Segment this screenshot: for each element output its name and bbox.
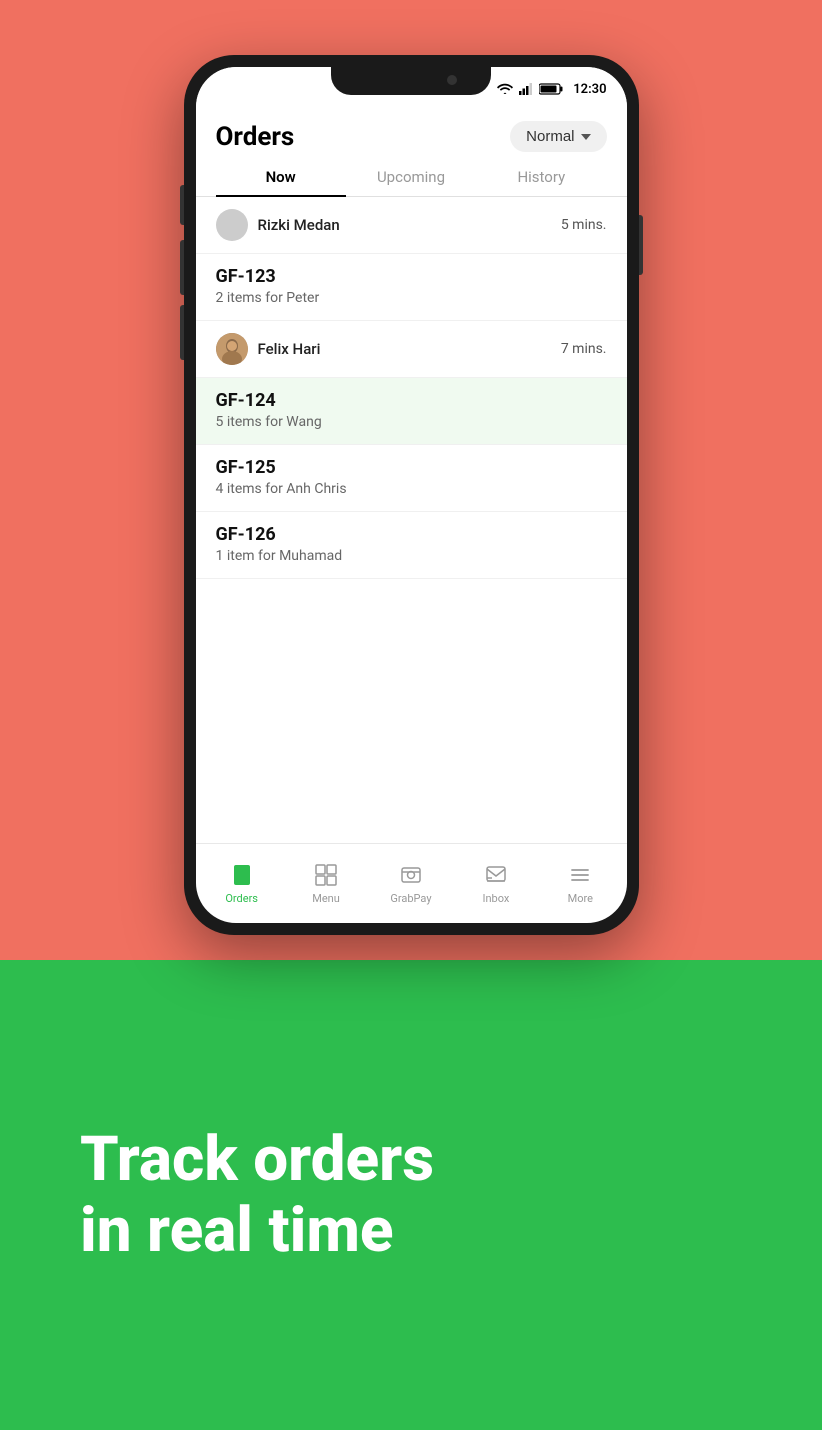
- nav-label-grabpay: GrabPay: [390, 892, 431, 905]
- wifi-icon: [497, 83, 513, 95]
- avatar-placeholder: [216, 209, 248, 241]
- camera: [447, 75, 457, 85]
- order-group-4: GF-126 1 item for Muhamad: [196, 512, 627, 579]
- avatar-felix: [216, 333, 248, 365]
- inbox-icon: [483, 862, 509, 888]
- nav-more[interactable]: More: [550, 856, 610, 911]
- order-id-3: GF-125: [216, 457, 607, 478]
- phone-vol-up: [180, 240, 184, 295]
- order-group-2: Felix Hari 7 mins. GF-124 5 items for Wa…: [196, 321, 627, 445]
- order-id-4: GF-126: [216, 524, 607, 545]
- avatar-image-felix: [216, 333, 248, 365]
- phone-vol-down: [180, 305, 184, 360]
- app-header: Orders Normal: [196, 111, 627, 156]
- filter-label: Normal: [526, 128, 574, 145]
- tagline-line2: in real time: [80, 1195, 742, 1266]
- notch: [331, 67, 491, 95]
- courier-info-2: Felix Hari: [216, 333, 321, 365]
- nav-orders[interactable]: Orders: [212, 856, 272, 911]
- courier-name-2: Felix Hari: [258, 340, 321, 358]
- bottom-nav: Orders Menu: [196, 843, 627, 923]
- orders-list: Rizki Medan 5 mins. GF-123 2 items for P…: [196, 197, 627, 843]
- order-desc-3: 4 items for Anh Chris: [216, 481, 607, 497]
- order-id-1: GF-123: [216, 266, 607, 287]
- orders-icon: [229, 862, 255, 888]
- time-label-2: 7 mins.: [561, 341, 607, 357]
- order-detail-3[interactable]: GF-125 4 items for Anh Chris: [196, 445, 627, 512]
- order-group-1: Rizki Medan 5 mins. GF-123 2 items for P…: [196, 197, 627, 321]
- order-desc-1: 2 items for Peter: [216, 290, 607, 306]
- order-desc-2: 5 items for Wang: [216, 414, 607, 430]
- nav-menu[interactable]: Menu: [296, 856, 356, 911]
- courier-info-1: Rizki Medan: [216, 209, 340, 241]
- phone-power-button: [639, 215, 643, 275]
- time-label-1: 5 mins.: [561, 217, 607, 233]
- order-id-2: GF-124: [216, 390, 607, 411]
- chevron-down-icon: [581, 134, 591, 140]
- nav-label-menu: Menu: [312, 892, 340, 905]
- tagline-line1: Track orders: [80, 1124, 742, 1195]
- courier-name-1: Rizki Medan: [258, 216, 340, 234]
- order-desc-4: 1 item for Muhamad: [216, 548, 607, 564]
- battery-icon: [539, 83, 563, 95]
- order-group-3: GF-125 4 items for Anh Chris: [196, 445, 627, 512]
- order-detail-2[interactable]: GF-124 5 items for Wang: [196, 378, 627, 445]
- tagline-section: Track orders in real time: [0, 960, 822, 1430]
- phone-vol-silent: [180, 185, 184, 225]
- grabpay-icon: [398, 862, 424, 888]
- status-bar: 12:30: [196, 67, 627, 111]
- courier-row-2[interactable]: Felix Hari 7 mins.: [196, 321, 627, 378]
- courier-row-1[interactable]: Rizki Medan 5 mins.: [196, 197, 627, 254]
- tab-upcoming[interactable]: Upcoming: [346, 156, 476, 196]
- tab-now[interactable]: Now: [216, 156, 346, 196]
- phone-mockup: 12:30 Orders Normal Now Upcoming: [184, 55, 639, 935]
- nav-inbox[interactable]: Inbox: [466, 856, 526, 911]
- status-time: 12:30: [573, 82, 606, 97]
- order-detail-1[interactable]: GF-123 2 items for Peter: [196, 254, 627, 321]
- nav-grabpay[interactable]: GrabPay: [380, 856, 441, 911]
- tabs-bar: Now Upcoming History: [196, 156, 627, 197]
- nav-label-more: More: [568, 892, 593, 905]
- menu-icon: [313, 862, 339, 888]
- app-title: Orders: [216, 122, 295, 152]
- nav-label-inbox: Inbox: [482, 892, 509, 905]
- tab-history[interactable]: History: [476, 156, 606, 196]
- nav-label-orders: Orders: [225, 892, 258, 905]
- avatar-rizki: [216, 209, 248, 241]
- status-icons: 12:30: [497, 82, 606, 97]
- signal-icon: [519, 83, 533, 95]
- filter-button[interactable]: Normal: [510, 121, 606, 152]
- more-icon: [567, 862, 593, 888]
- order-detail-4[interactable]: GF-126 1 item for Muhamad: [196, 512, 627, 579]
